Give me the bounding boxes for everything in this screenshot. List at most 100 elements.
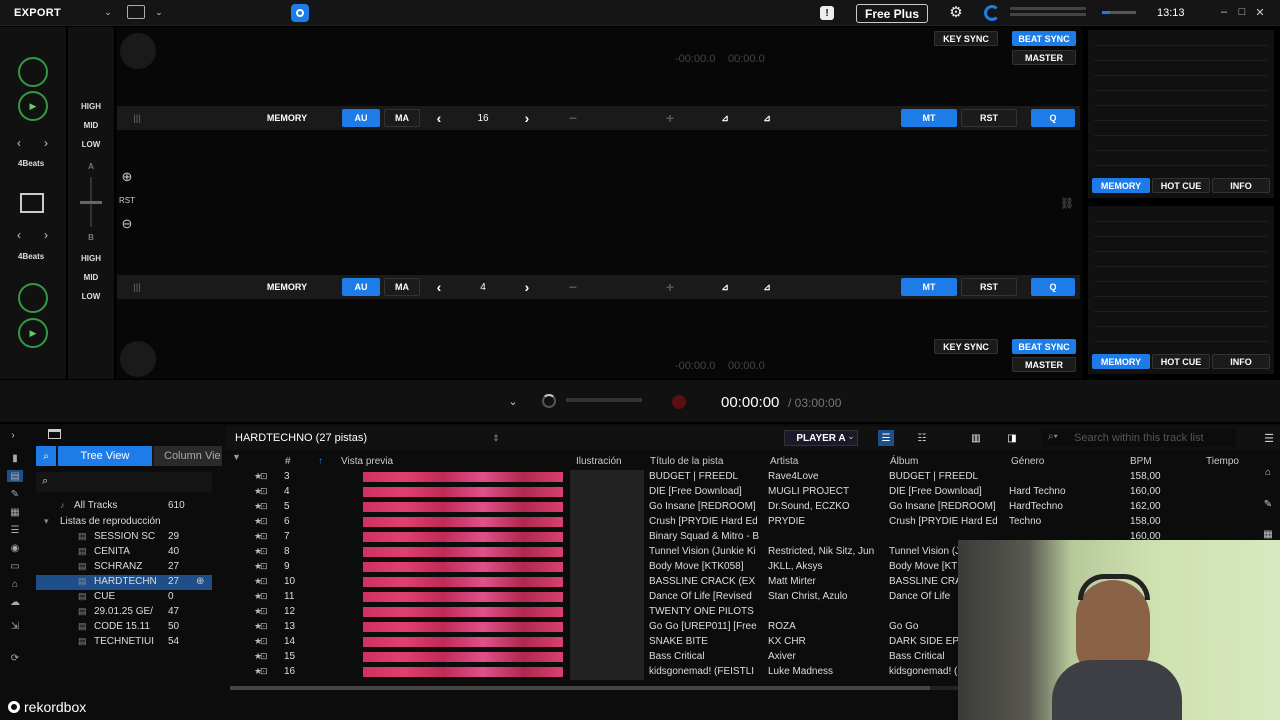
chevron-left-icon[interactable]: ‹: [14, 228, 24, 242]
key-sync-b[interactable]: KEY SYNC: [934, 339, 998, 354]
pitch-plus-icon[interactable]: +: [662, 110, 678, 126]
beat-grid-icon[interactable]: |||: [127, 110, 147, 126]
loop-length-a[interactable]: 16: [463, 110, 503, 126]
chevron-down-icon[interactable]: ⌄: [102, 6, 114, 18]
hot-cue-tab-a[interactable]: HOT CUE: [1152, 178, 1210, 193]
memory-button-a[interactable]: MEMORY: [255, 110, 319, 126]
tab-tree-view[interactable]: Tree View: [58, 446, 152, 466]
waveform-preview[interactable]: [363, 667, 563, 677]
playlist-item[interactable]: ▤ SCHRANZ 27: [36, 560, 212, 575]
add-icon[interactable]: ⊕: [196, 576, 204, 587]
playlist-item[interactable]: ▤ CODE 15.11 50: [36, 620, 212, 635]
col-album[interactable]: Álbum: [890, 456, 918, 469]
beat-jump-label-b[interactable]: 4Beats: [18, 252, 44, 261]
link-icon[interactable]: [291, 4, 309, 22]
col-artwork[interactable]: Ilustración: [576, 456, 622, 469]
beat-grid-icon[interactable]: |||: [127, 279, 147, 295]
info-tab-b[interactable]: INFO: [1212, 354, 1270, 369]
play-button-b[interactable]: ▶: [18, 318, 48, 348]
edit-icon[interactable]: ✎: [1262, 498, 1274, 510]
maximize-icon[interactable]: □: [1236, 5, 1248, 19]
related-icon[interactable]: ▦: [1262, 528, 1274, 540]
chevron-right-icon[interactable]: ›: [8, 430, 18, 441]
col-num[interactable]: #: [285, 456, 291, 469]
waveform-preview[interactable]: [363, 652, 563, 662]
close-icon[interactable]: ✕: [1254, 5, 1266, 19]
window-icon[interactable]: [48, 429, 61, 439]
gear-icon[interactable]: ⚙: [948, 4, 964, 21]
master-b[interactable]: MASTER: [1012, 357, 1076, 372]
reset-tempo-a[interactable]: RST: [961, 109, 1017, 127]
manual-loop-button-b[interactable]: MA: [384, 278, 420, 296]
cloud-icon[interactable]: ☁: [7, 596, 23, 608]
quantize-a[interactable]: Q: [1031, 109, 1075, 127]
jog-a[interactable]: [120, 33, 156, 69]
playlist-item[interactable]: ▤ TECHNETIUI 54: [36, 635, 212, 650]
waveform-preview[interactable]: [363, 592, 563, 602]
sync-icon[interactable]: [984, 5, 1000, 21]
sort-arrow-icon[interactable]: ↑: [318, 456, 323, 469]
tree-item-playlists[interactable]: ▾ Listas de reproducción: [36, 515, 212, 530]
loop-double-icon[interactable]: ›: [519, 110, 535, 126]
fader-handle[interactable]: [80, 201, 102, 204]
playlist-item[interactable]: ▤ CUE 0: [36, 590, 212, 605]
pitch-minus-icon[interactable]: −: [565, 110, 581, 126]
master-a[interactable]: MASTER: [1012, 50, 1076, 65]
tree-item-all-tracks[interactable]: ♪ All Tracks 610: [36, 499, 212, 514]
mode-selector[interactable]: EXPORT: [14, 7, 61, 19]
waveform-preview[interactable]: [363, 622, 563, 632]
pitch-minus-icon[interactable]: −: [565, 279, 581, 295]
plan-button[interactable]: Free Plus: [856, 4, 928, 23]
waveform-preview[interactable]: [363, 487, 563, 497]
zoom-out-icon[interactable]: ⊖: [120, 216, 134, 231]
loop-halve-icon[interactable]: ‹: [431, 110, 447, 126]
info-icon[interactable]: !: [820, 6, 834, 20]
jog-b[interactable]: [120, 341, 156, 377]
collection-icon[interactable]: ▮: [7, 452, 23, 464]
table-row[interactable]: ★ ⊡ 6 Crush [PRYDIE Hard Ed PRYDIE Crush [PRY…: [226, 515, 1246, 530]
eq-mid-b[interactable]: MID: [76, 273, 106, 282]
waveform-preview[interactable]: [363, 547, 563, 557]
usb-icon[interactable]: ⌂: [7, 578, 23, 590]
col-genre[interactable]: Género: [1011, 456, 1044, 469]
playlist-item[interactable]: ▤ 29.01.25 GE/47: [36, 605, 212, 620]
beat-sync-a[interactable]: BEAT SYNC: [1012, 31, 1076, 46]
chevron-right-icon[interactable]: ›: [41, 228, 51, 242]
playlist-item[interactable]: ▤ CENITA 40: [36, 545, 212, 560]
cue-button[interactable]: [18, 57, 48, 87]
loop-halve-icon[interactable]: ‹: [431, 279, 447, 295]
list-view-icon[interactable]: ☰: [878, 430, 894, 446]
auto-loop-button-b[interactable]: AU: [342, 278, 380, 296]
panel-icon[interactable]: ◨: [1004, 430, 1020, 446]
eq-high-a[interactable]: HIGH: [76, 102, 106, 111]
waveform-preview[interactable]: [363, 577, 563, 587]
nudge-forward-icon[interactable]: ⊿: [759, 110, 775, 126]
nudge-back-icon[interactable]: ⊿: [717, 110, 733, 126]
quantize-b[interactable]: Q: [1031, 278, 1075, 296]
beat-sync-b[interactable]: BEAT SYNC: [1012, 339, 1076, 354]
record-button[interactable]: [672, 395, 686, 409]
sort-icon[interactable]: ⇕: [490, 430, 502, 446]
memory-tab-b[interactable]: MEMORY: [1092, 354, 1150, 369]
refresh-icon[interactable]: ⟳: [7, 652, 23, 664]
nudge-forward-icon[interactable]: ⊿: [759, 279, 775, 295]
col-bpm[interactable]: BPM: [1130, 456, 1152, 469]
playlist-item[interactable]: ▤ SESSION SC 29: [36, 530, 212, 545]
table-row[interactable]: ★ ⊡ 3 BUDGET | FREEDL Rave4Love BUDGET | FREE…: [226, 470, 1246, 485]
col-artist[interactable]: Artista: [770, 456, 798, 469]
pitch-plus-icon[interactable]: +: [662, 279, 678, 295]
info-tab-a[interactable]: INFO: [1212, 178, 1270, 193]
key-sync-a[interactable]: KEY SYNC: [934, 31, 998, 46]
loop-double-icon[interactable]: ›: [519, 279, 535, 295]
manual-loop-button-a[interactable]: MA: [384, 109, 420, 127]
play-button[interactable]: ▶: [18, 91, 48, 121]
explorer-icon[interactable]: ▦: [7, 506, 23, 518]
playlist-icon[interactable]: ▤: [7, 470, 23, 482]
detail-view-icon[interactable]: ☷: [914, 430, 930, 446]
device-icon[interactable]: ▭: [7, 560, 23, 572]
memory-button-b[interactable]: MEMORY: [255, 279, 319, 295]
memory-tab-a[interactable]: MEMORY: [1092, 178, 1150, 193]
waveform-preview[interactable]: [363, 562, 563, 572]
edit-icon[interactable]: ✎: [7, 488, 23, 500]
col-title[interactable]: Título de la pista: [650, 456, 723, 469]
